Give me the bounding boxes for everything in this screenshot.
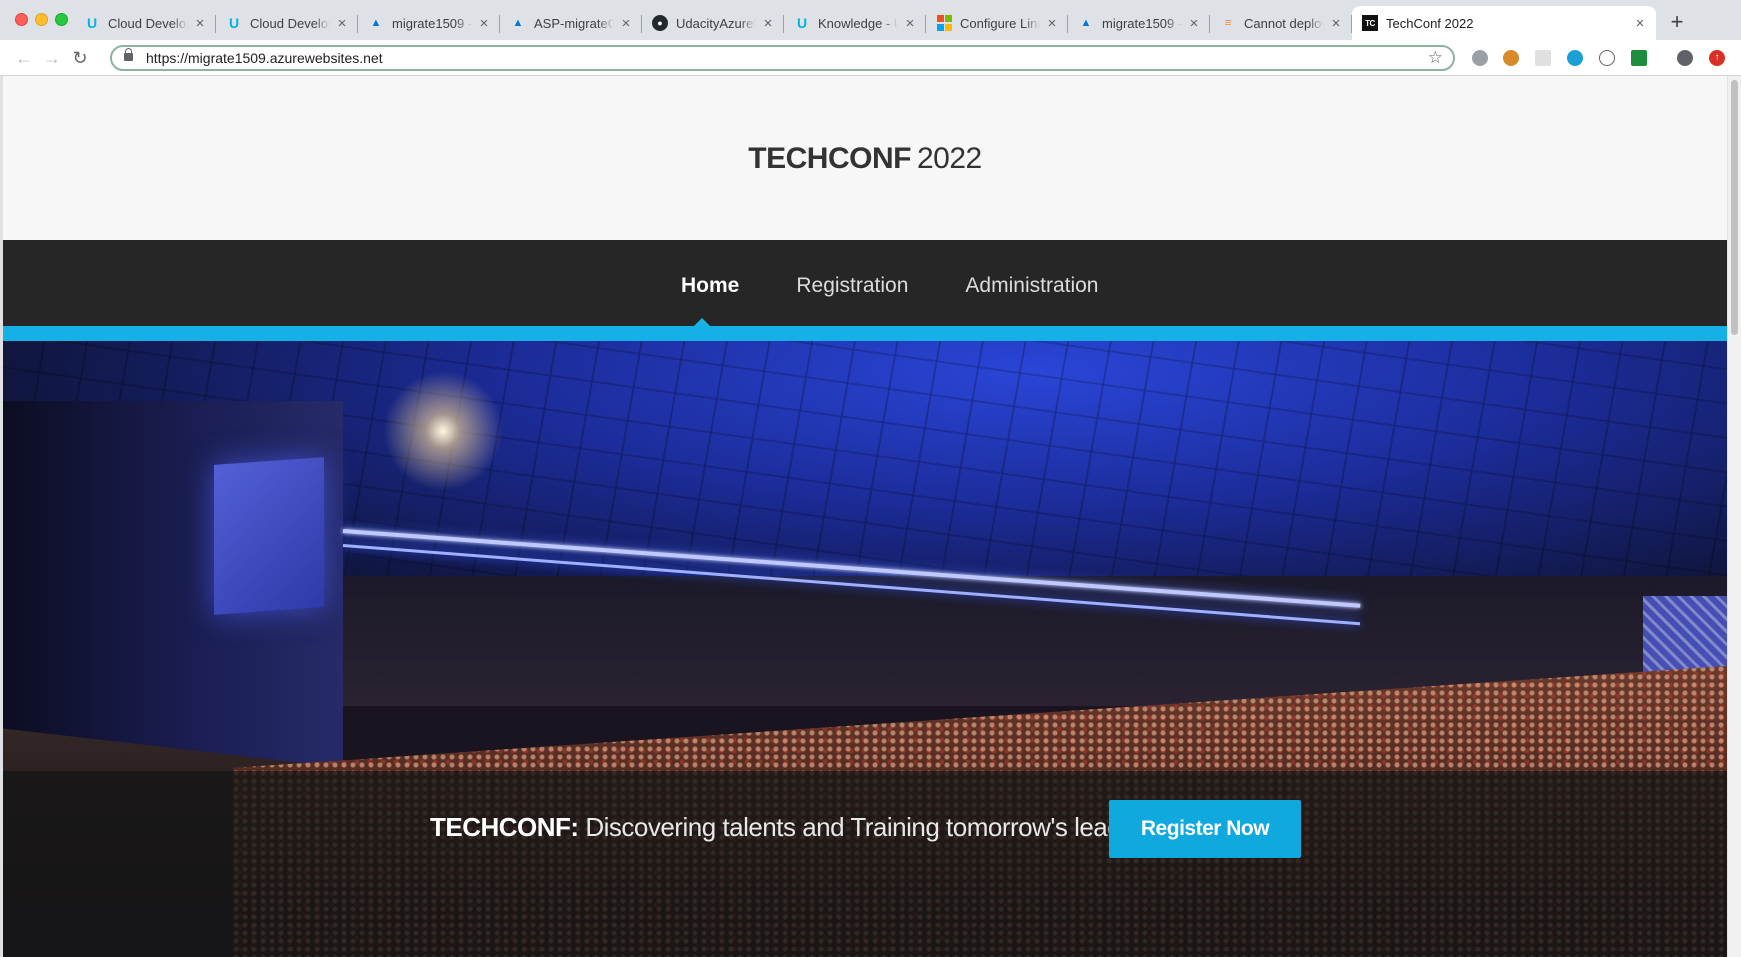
browser-tab[interactable]: U Cloud Developer ×: [216, 6, 358, 40]
extension-icon[interactable]: [1631, 50, 1647, 66]
att-extension-icon[interactable]: [1567, 50, 1583, 66]
udacity-icon: U: [228, 15, 240, 31]
update-alert-icon[interactable]: ↑: [1709, 50, 1725, 66]
nav-registration[interactable]: Registration: [796, 274, 908, 298]
hero-tagline-text: Discovering talents and Training tomorro…: [585, 812, 1156, 842]
browser-tab[interactable]: Configure Linux ×: [926, 6, 1068, 40]
profile-avatar-icon[interactable]: [1677, 50, 1693, 66]
tab-title: migrate1509 - M: [1102, 15, 1182, 31]
close-tab-icon[interactable]: ×: [192, 15, 208, 32]
microsoft-icon: [936, 15, 952, 31]
stackoverflow-icon: ≡: [1224, 17, 1232, 29]
tab-title: migrate1509 - M: [392, 15, 472, 31]
cookie-extension-icon[interactable]: [1503, 50, 1519, 66]
browser-tab[interactable]: ▲ ASP-migrateGro ×: [500, 6, 642, 40]
browser-tab[interactable]: U Knowledge - Ud ×: [784, 6, 926, 40]
close-window-button[interactable]: [15, 13, 28, 26]
hero-caption-band: [3, 771, 1727, 957]
page-scrollbar[interactable]: [1727, 76, 1741, 957]
lock-icon: [124, 48, 133, 61]
tab-title: Configure Linux: [960, 15, 1040, 31]
maximize-window-button[interactable]: [55, 13, 68, 26]
azure-icon: ▲: [1080, 17, 1092, 29]
address-bar[interactable]: https://migrate1509.azurewebsites.net ☆: [110, 45, 1455, 71]
minimize-window-button[interactable]: [35, 13, 48, 26]
tab-title: Cloud Developer: [250, 15, 330, 31]
new-tab-button[interactable]: +: [1664, 10, 1690, 36]
nav-accent-bar: [3, 326, 1727, 341]
bookmark-star-icon[interactable]: ☆: [1428, 48, 1443, 68]
techconf-icon: TC: [1362, 15, 1378, 31]
close-tab-icon[interactable]: ×: [1044, 15, 1060, 32]
extension-icon[interactable]: [1472, 50, 1488, 66]
close-tab-icon[interactable]: ×: [760, 15, 776, 32]
hero-banner: TECHCONF: Discovering talents and Traini…: [3, 341, 1727, 957]
browser-tab[interactable]: ≡ Cannot deploy p ×: [1210, 6, 1352, 40]
hero-tagline: TECHCONF: Discovering talents and Traini…: [430, 812, 1156, 843]
tab-title: Cannot deploy p: [1244, 15, 1324, 31]
nav-administration[interactable]: Administration: [965, 274, 1098, 298]
close-tab-icon[interactable]: ×: [1632, 15, 1648, 32]
stage-screen: [214, 457, 324, 615]
udacity-icon: U: [86, 15, 98, 31]
tab-title: Cloud Developer: [108, 15, 188, 31]
udacity-icon: U: [796, 15, 808, 31]
reload-icon[interactable]: ↻: [67, 45, 93, 71]
close-tab-icon[interactable]: ×: [1186, 15, 1202, 32]
forward-arrow-icon[interactable]: →: [39, 45, 65, 71]
logo-year: 2022: [916, 142, 982, 175]
close-tab-icon[interactable]: ×: [618, 15, 634, 32]
close-tab-icon[interactable]: ×: [476, 15, 492, 32]
tab-title: ASP-migrateGro: [534, 15, 614, 31]
github-icon: ●: [652, 15, 668, 31]
tab-title: Knowledge - Ud: [818, 15, 898, 31]
tab-title: TechConf 2022: [1386, 15, 1474, 31]
nav-home[interactable]: Home: [681, 274, 739, 298]
back-arrow-icon[interactable]: ←: [11, 45, 37, 71]
page-viewport: TECHCONF 2022 Home Registration Administr…: [3, 76, 1727, 957]
browser-tab[interactable]: ● UdacityAzureDe ×: [642, 6, 784, 40]
tab-title: UdacityAzureDe: [676, 15, 756, 31]
hero-brand: TECHCONF:: [430, 812, 579, 842]
browser-tab-strip: U Cloud Developer × U Cloud Developer × …: [0, 0, 1741, 40]
browser-tab-active[interactable]: TC TechConf 2022 ×: [1352, 6, 1656, 40]
browser-tab[interactable]: ▲ migrate1509 - M ×: [1068, 6, 1210, 40]
azure-icon: ▲: [512, 17, 524, 29]
close-tab-icon[interactable]: ×: [334, 15, 350, 32]
url-text: https://migrate1509.azurewebsites.net: [146, 50, 383, 66]
browser-tab[interactable]: U Cloud Developer ×: [74, 6, 216, 40]
extension-icon[interactable]: [1599, 50, 1615, 66]
close-tab-icon[interactable]: ×: [902, 15, 918, 32]
scrollbar-thumb[interactable]: [1731, 80, 1738, 335]
browser-tab[interactable]: ▲ migrate1509 - M ×: [358, 6, 500, 40]
main-nav: Home Registration Administration: [3, 240, 1727, 327]
azure-icon: ▲: [370, 17, 382, 29]
logo-text: TECHCONF: [748, 142, 911, 175]
extension-icon[interactable]: [1535, 50, 1551, 66]
close-tab-icon[interactable]: ×: [1328, 15, 1344, 32]
site-header: TECHCONF 2022: [3, 76, 1727, 240]
site-logo[interactable]: TECHCONF 2022: [3, 142, 1727, 176]
browser-toolbar: ← → ↻ https://migrate1509.azurewebsites.…: [0, 40, 1741, 76]
register-now-button[interactable]: Register Now: [1109, 800, 1301, 858]
